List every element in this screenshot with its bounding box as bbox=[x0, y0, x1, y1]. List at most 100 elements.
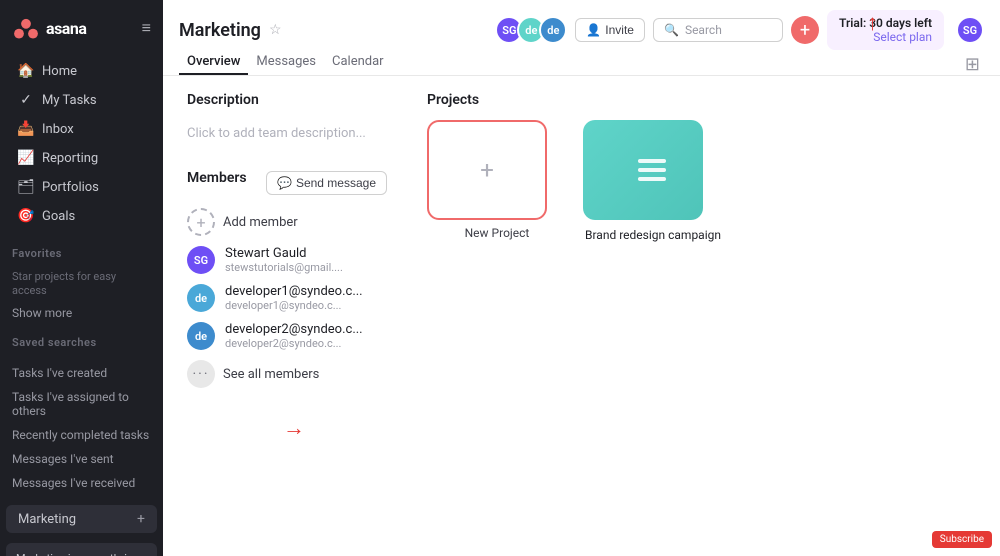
inbox-icon: 📥 bbox=[18, 121, 34, 137]
saved-search-messages-sent[interactable]: Messages I've sent bbox=[0, 447, 163, 471]
sidebar-item-label: Inbox bbox=[42, 122, 74, 137]
star-icon[interactable]: ☆ bbox=[269, 22, 282, 38]
see-all-members-button[interactable]: ··· See all members bbox=[187, 360, 387, 388]
member-avatar-de2: de bbox=[187, 322, 215, 350]
sidebar-item-label: Portfolios bbox=[42, 180, 99, 195]
brand-line-3 bbox=[638, 177, 666, 181]
trial-badge: Trial: 30 days left Select plan bbox=[827, 10, 944, 50]
send-message-button[interactable]: 💬 Send message bbox=[266, 171, 387, 195]
topbar: Marketing ☆ SG de de 👤 Invite 🔍 Search + bbox=[163, 0, 1000, 76]
send-message-label: Send message bbox=[296, 176, 376, 190]
avatar-group: SG de de bbox=[495, 16, 567, 44]
invite-button-label: Invite bbox=[605, 23, 634, 37]
hamburger-icon[interactable]: ≡ bbox=[142, 18, 151, 38]
reporting-icon: 📈 bbox=[18, 150, 34, 166]
sidebar-item-label: My Tasks bbox=[42, 93, 97, 108]
trial-text: Marketing is currently in trial. bbox=[16, 551, 147, 556]
content-area: Description Click to add team descriptio… bbox=[163, 76, 1000, 556]
projects-grid: + New Project bbox=[427, 120, 976, 244]
saved-search-messages-received[interactable]: Messages I've received bbox=[0, 471, 163, 495]
sidebar: asana ≡ 🏠 Home ✓ My Tasks 📥 Inbox 📈 Repo… bbox=[0, 0, 163, 556]
member-item-de2[interactable]: de developer2@syndeo.c... developer2@syn… bbox=[187, 322, 387, 350]
saved-search-completed[interactable]: Recently completed tasks bbox=[0, 423, 163, 447]
member-info-sg: Stewart Gauld stewstutorials@gmail.... bbox=[225, 246, 343, 274]
invite-button[interactable]: 👤 Invite bbox=[575, 18, 645, 42]
tasks-icon: ✓ bbox=[18, 92, 34, 108]
brand-project-label: Brand redesign campaign bbox=[583, 228, 723, 244]
members-header: Members 💬 Send message bbox=[187, 170, 387, 196]
member-email-sg: stewstutorials@gmail.... bbox=[225, 261, 343, 274]
brand-line-1 bbox=[638, 159, 666, 163]
avatar-sg-profile[interactable]: SG bbox=[956, 16, 984, 44]
saved-searches-list: Tasks I've created Tasks I've assigned t… bbox=[0, 353, 163, 503]
favorites-empty-state: Star projects for easy access bbox=[0, 264, 163, 302]
description-placeholder[interactable]: Click to add team description... bbox=[187, 118, 387, 150]
member-item-sg[interactable]: SG Stewart Gauld stewstutorials@gmail...… bbox=[187, 246, 387, 274]
brand-lines bbox=[638, 159, 666, 181]
marketing-label: Marketing bbox=[18, 512, 76, 527]
member-name-sg: Stewart Gauld bbox=[225, 246, 343, 261]
new-project-button[interactable]: + bbox=[427, 120, 547, 220]
tabs: Overview Messages Calendar bbox=[179, 50, 392, 75]
sidebar-nav: 🏠 Home ✓ My Tasks 📥 Inbox 📈 Reporting 🗂 … bbox=[0, 52, 163, 235]
member-item-de1[interactable]: de developer1@syndeo.c... developer1@syn… bbox=[187, 284, 387, 312]
message-icon: 💬 bbox=[277, 176, 292, 190]
search-icon: 🔍 bbox=[664, 23, 679, 37]
saved-search-assigned[interactable]: Tasks I've assigned to others bbox=[0, 385, 163, 423]
new-project-plus-icon: + bbox=[480, 156, 494, 184]
add-button[interactable]: + bbox=[791, 16, 819, 44]
favorites-empty-text: Star projects for easy access bbox=[12, 270, 116, 297]
favorites-title: Favorites bbox=[0, 235, 163, 264]
select-plan-link[interactable]: Select plan bbox=[839, 30, 932, 44]
topbar-bottom-row: Overview Messages Calendar bbox=[163, 50, 1000, 76]
asana-logo[interactable]: asana bbox=[12, 14, 86, 42]
goals-icon: 🎯 bbox=[18, 208, 34, 224]
subscribe-button[interactable]: Subscribe bbox=[932, 531, 992, 548]
member-avatar-de1: de bbox=[187, 284, 215, 312]
add-to-marketing-icon[interactable]: + bbox=[137, 511, 145, 527]
person-plus-icon: 👤 bbox=[586, 23, 601, 37]
member-email-de1: developer1@syndeo.c... bbox=[225, 299, 363, 312]
sidebar-item-inbox[interactable]: 📥 Inbox bbox=[6, 115, 157, 143]
brand-project-card[interactable] bbox=[583, 120, 703, 220]
add-member-button[interactable]: + Add member bbox=[187, 208, 387, 236]
sidebar-item-label: Goals bbox=[42, 209, 75, 224]
tab-calendar[interactable]: Calendar bbox=[324, 50, 392, 75]
search-placeholder: Search bbox=[685, 23, 722, 37]
members-title: Members bbox=[187, 170, 247, 186]
page-title: Marketing bbox=[179, 20, 261, 41]
show-more-btn[interactable]: Show more bbox=[0, 302, 163, 324]
add-circle-icon: + bbox=[187, 208, 215, 236]
home-icon: 🏠 bbox=[18, 63, 34, 79]
topbar-title-area: Marketing ☆ bbox=[179, 20, 282, 41]
tab-messages[interactable]: Messages bbox=[248, 50, 324, 75]
tab-overview[interactable]: Overview bbox=[179, 50, 248, 75]
member-name-de2: developer2@syndeo.c... bbox=[225, 322, 363, 337]
sidebar-item-home[interactable]: 🏠 Home bbox=[6, 57, 157, 85]
brand-project-card-wrapper: Brand redesign campaign bbox=[583, 120, 723, 244]
new-project-card-wrapper: + New Project bbox=[427, 120, 567, 244]
asana-logo-text: asana bbox=[46, 19, 86, 38]
member-info-de2: developer2@syndeo.c... developer2@syndeo… bbox=[225, 322, 363, 350]
member-info-de1: developer1@syndeo.c... developer1@syndeo… bbox=[225, 284, 363, 312]
sidebar-item-goals[interactable]: 🎯 Goals bbox=[6, 202, 157, 230]
sidebar-item-reporting[interactable]: 📈 Reporting bbox=[6, 144, 157, 172]
grid-view-button[interactable]: ⊞ bbox=[965, 54, 980, 75]
search-box[interactable]: 🔍 Search bbox=[653, 18, 783, 42]
brand-line-2 bbox=[638, 168, 666, 172]
sidebar-item-mytasks[interactable]: ✓ My Tasks bbox=[6, 86, 157, 114]
sidebar-item-portfolios[interactable]: 🗂 Portfolios bbox=[6, 173, 157, 201]
sidebar-team-marketing[interactable]: Marketing + bbox=[6, 505, 157, 533]
saved-search-created[interactable]: Tasks I've created bbox=[0, 361, 163, 385]
sidebar-item-label: Reporting bbox=[42, 151, 98, 166]
left-panel: Description Click to add team descriptio… bbox=[187, 92, 387, 540]
projects-title: Projects bbox=[427, 92, 976, 108]
trial-badge-title: Trial: 30 days left bbox=[839, 16, 932, 30]
sidebar-trial-box: Marketing is currently in trial. Learn m… bbox=[6, 543, 157, 556]
add-member-label: Add member bbox=[223, 215, 298, 230]
dots-circle-icon: ··· bbox=[187, 360, 215, 388]
member-avatar-sg: SG bbox=[187, 246, 215, 274]
member-email-de2: developer2@syndeo.c... bbox=[225, 337, 363, 350]
topbar-right: SG de de 👤 Invite 🔍 Search + Trial: 30 d… bbox=[495, 10, 984, 50]
main-content: Marketing ☆ SG de de 👤 Invite 🔍 Search + bbox=[163, 0, 1000, 556]
